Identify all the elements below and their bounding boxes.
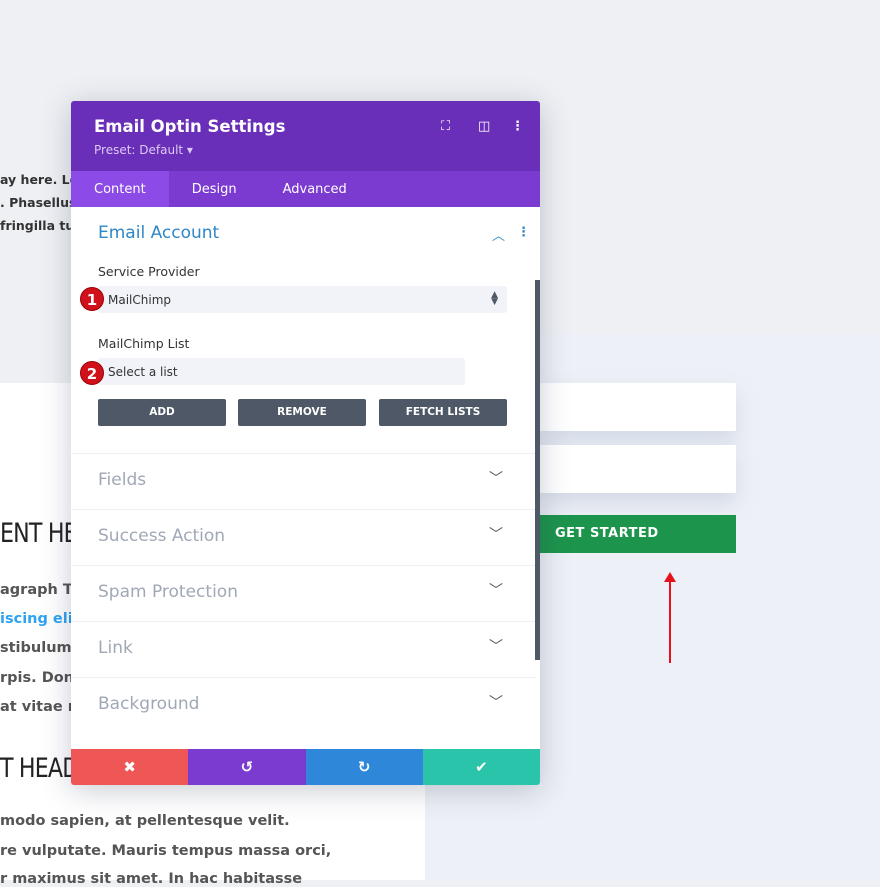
mailchimp-list-label: MailChimp List	[98, 336, 189, 351]
chevron-up-icon[interactable]: ︿	[492, 225, 505, 244]
section-options-icon[interactable]: ⋮	[517, 225, 530, 240]
fetch-lists-button[interactable]: FETCH LISTS	[379, 399, 507, 426]
annotation-badge: 2	[80, 361, 104, 385]
mailchimp-list-value: Select a list	[108, 365, 178, 379]
tab-advanced[interactable]: Advanced	[260, 171, 370, 207]
service-provider-value: MailChimp	[108, 293, 171, 307]
redo-button[interactable]: ↻	[306, 749, 423, 785]
section-title: Fields	[98, 470, 146, 490]
split-view-icon[interactable]: ◫	[478, 119, 490, 134]
modal-footer: ✖ ↺ ↻ ✔	[71, 749, 540, 785]
add-button[interactable]: ADD	[98, 399, 226, 426]
scrollbar[interactable]	[535, 280, 540, 660]
section-title: Success Action	[98, 526, 225, 546]
tab-content[interactable]: Content	[71, 171, 169, 207]
section-title: Spam Protection	[98, 582, 238, 602]
annotation-arrow-icon	[669, 578, 671, 663]
section-title: Link	[98, 638, 133, 658]
chevron-down-icon: ﹀	[489, 636, 503, 656]
get-started-button[interactable]: GET STARTED	[540, 515, 736, 553]
bg-paragraph-line: modo sapien, at pellentesque velit.	[0, 813, 290, 829]
section-link[interactable]: Link ﹀	[71, 621, 536, 677]
remove-button[interactable]: REMOVE	[238, 399, 366, 426]
preset-dropdown[interactable]: Preset: Default ▾	[94, 143, 193, 157]
optin-email-field[interactable]	[540, 445, 736, 493]
save-button[interactable]: ✔	[423, 749, 540, 785]
mailchimp-list-select[interactable]: Select a list	[98, 358, 465, 385]
section-spam-protection[interactable]: Spam Protection ﹀	[71, 565, 536, 621]
tab-design[interactable]: Design	[169, 171, 260, 207]
modal-body: Email Account ︿ ⋮ Service Provider MailC…	[71, 207, 540, 749]
annotation-badge: 1	[80, 287, 104, 311]
bg-text-line: ay here. Lo	[0, 172, 78, 187]
modal-title: Email Optin Settings	[94, 117, 285, 136]
chevron-down-icon: ﹀	[489, 468, 503, 488]
bg-paragraph-line: agraph Te	[0, 582, 81, 598]
optin-name-field[interactable]	[540, 383, 736, 431]
email-account-section-title[interactable]: Email Account	[98, 223, 219, 243]
close-icon: ✖	[123, 758, 136, 776]
chevron-down-icon: ﹀	[489, 692, 503, 712]
bg-text-line: fringilla tu	[0, 218, 74, 233]
redo-icon: ↻	[358, 758, 371, 776]
bg-text-line: . Phasellus	[0, 195, 76, 210]
chevron-down-icon: ﹀	[489, 580, 503, 600]
check-icon: ✔	[475, 758, 488, 776]
fullscreen-icon[interactable]: ⛶	[441, 119, 450, 134]
email-optin-settings-modal: Email Optin Settings Preset: Default ▾ ⛶…	[71, 101, 540, 785]
modal-header: Email Optin Settings Preset: Default ▾ ⛶…	[71, 101, 540, 171]
section-success-action[interactable]: Success Action ﹀	[71, 509, 536, 565]
cancel-button[interactable]: ✖	[71, 749, 188, 785]
select-arrows-icon: ▲▼	[491, 292, 498, 306]
section-fields[interactable]: Fields ﹀	[71, 453, 536, 509]
undo-icon: ↺	[241, 758, 254, 776]
chevron-down-icon: ﹀	[489, 524, 503, 544]
more-options-icon[interactable]: ⋮	[511, 119, 524, 134]
service-provider-label: Service Provider	[98, 264, 200, 279]
undo-button[interactable]: ↺	[188, 749, 305, 785]
section-title: Background	[98, 694, 199, 714]
bg-link[interactable]: iscing elit	[0, 611, 80, 627]
section-background[interactable]: Background ﹀	[71, 677, 536, 733]
bg-paragraph-line: r maximus sit amet. In hac habitasse	[0, 871, 302, 887]
bg-paragraph-line: re vulputate. Mauris tempus massa orci,	[0, 843, 331, 859]
modal-tabs: Content Design Advanced	[71, 171, 540, 207]
service-provider-select[interactable]: MailChimp ▲▼	[98, 286, 507, 313]
